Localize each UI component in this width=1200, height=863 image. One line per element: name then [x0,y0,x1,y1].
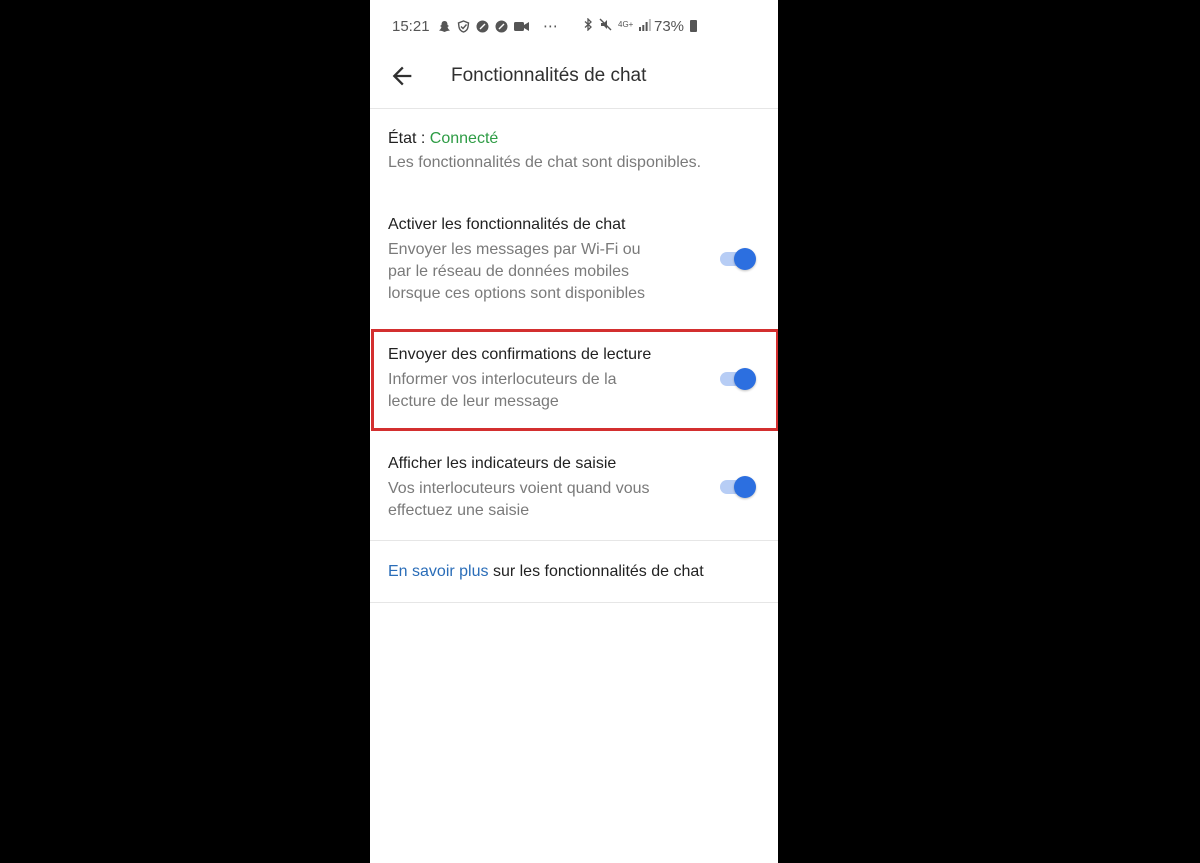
setting-title: Activer les fonctionnalités de chat [388,216,626,233]
setting-typing-indicators[interactable]: Afficher les indicateurs de saisie Vos i… [370,438,778,538]
bluetooth-icon [584,18,592,31]
notification-icons: ⋯ [438,17,558,35]
page-title: Fonctionnalités de chat [451,65,647,86]
setting-description-line-2: effectuez une saisie [388,502,530,519]
snapchat-icon [439,20,450,32]
system-icons: 4G+ [584,18,652,31]
battery-percent: 73% [654,18,685,35]
signal-icon [639,18,652,31]
divider [370,602,778,603]
setting-description-line-2: par le réseau de données mobiles [388,263,630,280]
setting-description-line-1: Vos interlocuteurs voient quand vous [388,480,650,497]
learn-more-text: sur les fonctionnalités de chat [488,563,704,580]
status-time: 15:21 [392,18,430,35]
typing-indicators-toggle[interactable] [720,476,756,498]
learn-more-line: En savoir plus sur les fonctionnalités d… [388,563,704,581]
setting-title: Afficher les indicateurs de saisie [388,455,617,472]
highlight-box [371,329,778,431]
mute-icon [599,18,612,31]
signal-label: 4G+ [618,20,634,29]
setting-description-line-3: lorsque ces options sont disponibles [388,285,646,302]
divider [370,540,778,541]
state-section: État : Connecté Les fonctionnalités de c… [370,108,778,194]
shield-check-icon [457,19,470,33]
app-circle-icon [476,20,489,32]
learn-more-link[interactable]: En savoir plus [388,563,489,580]
phone-screen: 15:21 ⋯ 4G+ 73% Fonctionnalités de chat … [370,0,778,863]
more-notifications: ⋯ [543,18,558,35]
toggle-knob [734,248,756,270]
setting-chat-features[interactable]: Activer les fonctionnalités de chat Envo… [370,200,778,320]
status-bar: 15:21 ⋯ 4G+ 73% [370,0,778,52]
setting-description-line-1: Envoyer les messages par Wi-Fi ou [388,241,641,258]
toggle-knob [734,476,756,498]
battery-icon [690,20,697,32]
chat-features-toggle[interactable] [720,248,756,270]
state-description: Les fonctionnalités de chat sont disponi… [388,154,702,171]
state-line: État : Connecté [388,130,498,148]
state-label: État : [388,130,430,147]
app-circle-icon-2 [495,20,508,32]
video-camera-icon [514,21,529,31]
state-value: Connecté [429,130,499,147]
back-arrow-icon[interactable] [388,62,416,90]
app-bar: Fonctionnalités de chat [370,52,778,109]
